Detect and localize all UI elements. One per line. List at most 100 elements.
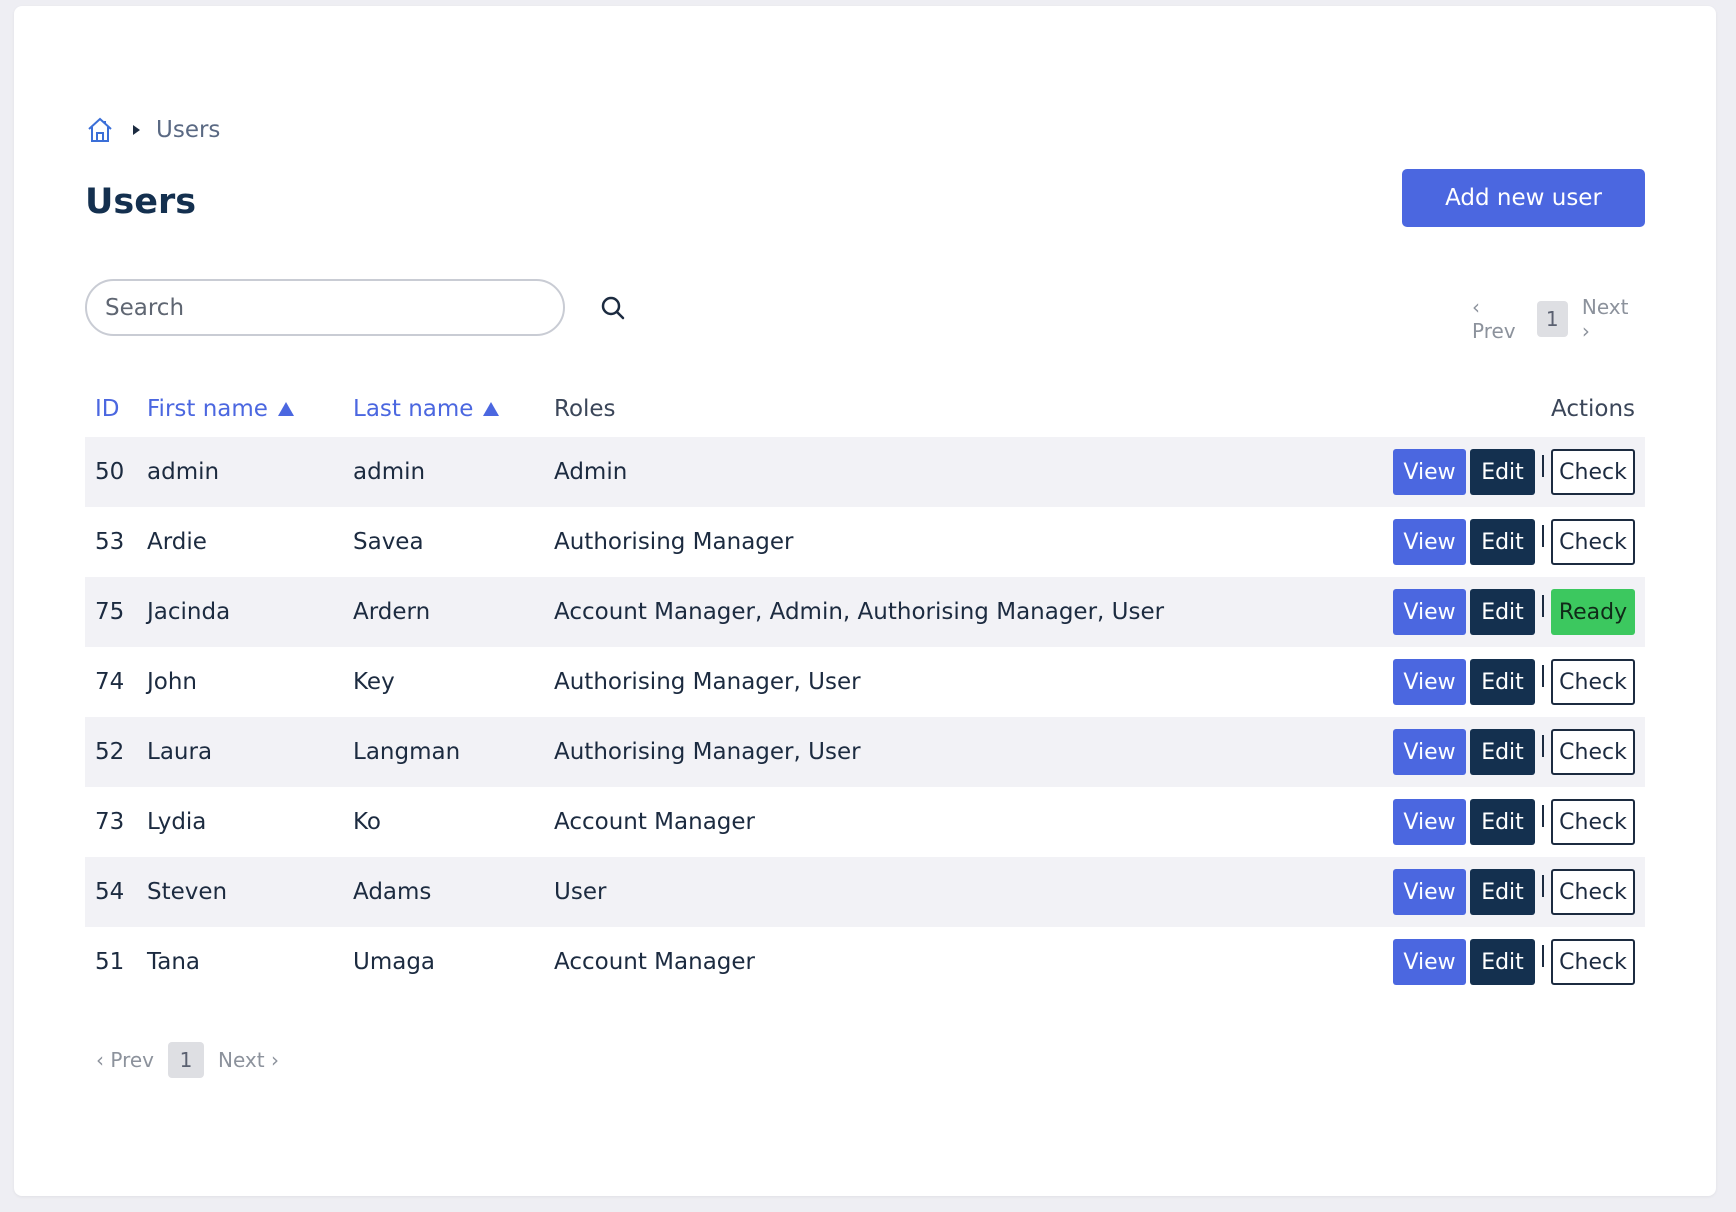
action-divider — [1542, 805, 1544, 827]
check-button[interactable]: Check — [1551, 939, 1635, 985]
table-row: 54 Steven Adams User View Edit Check — [85, 857, 1645, 927]
cell-id: 74 — [95, 669, 125, 695]
edit-button[interactable]: Edit — [1470, 799, 1535, 845]
edit-button[interactable]: Edit — [1470, 519, 1535, 565]
view-button[interactable]: View — [1393, 799, 1466, 845]
cell-roles: Authorising Manager — [554, 529, 794, 555]
cell-roles: Account Manager — [554, 809, 755, 835]
action-divider — [1542, 525, 1544, 547]
column-header-id[interactable]: ID — [85, 396, 147, 422]
cell-first-name: Steven — [147, 879, 228, 905]
edit-button[interactable]: Edit — [1470, 729, 1535, 775]
column-header-label: Actions — [1550, 396, 1635, 422]
cell-roles: Account Manager, Admin, Authorising Mana… — [554, 599, 1165, 625]
view-button[interactable]: View — [1393, 939, 1466, 985]
cell-last-name: Langman — [353, 739, 461, 765]
pagination-top: ‹ Prev 1 Next › — [1462, 295, 1645, 343]
cell-last-name: Adams — [353, 879, 432, 905]
sort-ascending-icon — [483, 402, 500, 416]
action-divider — [1542, 735, 1544, 757]
prev-page-link[interactable]: ‹ Prev — [86, 1048, 164, 1072]
column-header-label: Roles — [554, 396, 616, 422]
check-button[interactable]: Check — [1551, 869, 1635, 915]
action-divider — [1542, 595, 1544, 617]
cell-first-name: Jacinda — [147, 599, 231, 625]
cell-first-name: Laura — [147, 739, 213, 765]
cell-last-name: Ko — [353, 809, 382, 835]
cell-actions: View Edit Check — [1385, 939, 1645, 985]
edit-button[interactable]: Edit — [1470, 939, 1535, 985]
view-button[interactable]: View — [1393, 519, 1466, 565]
pagination-bottom: ‹ Prev 1 Next › — [86, 1042, 289, 1078]
cell-actions: View Edit Check — [1385, 729, 1645, 775]
cell-id: 54 — [95, 879, 125, 905]
action-divider — [1542, 875, 1544, 897]
cell-first-name: Ardie — [147, 529, 207, 555]
check-button[interactable]: Check — [1551, 799, 1635, 845]
check-button[interactable]: Check — [1551, 449, 1635, 495]
table-body: 50 admin admin Admin View Edit Check 53 Ardie Sav… — [85, 437, 1645, 997]
check-button[interactable]: Check — [1551, 729, 1635, 775]
action-divider — [1542, 945, 1544, 967]
table-row: 75 Jacinda Ardern Account Manager, Admin, A… — [85, 577, 1645, 647]
edit-button[interactable]: Edit — [1470, 449, 1535, 495]
search-input[interactable] — [105, 294, 563, 321]
action-divider — [1542, 455, 1544, 477]
table-row: 74 John Key Authorising Manager, User View Ed… — [85, 647, 1645, 717]
cell-id: 75 — [95, 599, 125, 625]
check-button[interactable]: Check — [1551, 519, 1635, 565]
cell-actions: View Edit Check — [1385, 869, 1645, 915]
search-icon[interactable] — [596, 291, 630, 325]
cell-first-name: Lydia — [147, 809, 207, 835]
cell-actions: View Edit Check — [1385, 519, 1645, 565]
column-header-roles: Roles — [554, 396, 1385, 422]
ready-button[interactable]: Ready — [1551, 589, 1635, 635]
search-field — [85, 279, 565, 336]
view-button[interactable]: View — [1393, 449, 1466, 495]
cell-first-name: Tana — [147, 949, 201, 975]
column-header-last-name[interactable]: Last name — [353, 396, 554, 422]
view-button[interactable]: View — [1393, 869, 1466, 915]
main-card: Users Users Add new user ‹ Prev 1 Next ›… — [14, 6, 1716, 1196]
breadcrumb: Users — [85, 110, 220, 150]
cell-id: 52 — [95, 739, 125, 765]
table-row: 73 Lydia Ko Account Manager View Edit Check — [85, 787, 1645, 857]
page-number-button[interactable]: 1 — [1536, 301, 1568, 337]
next-page-link[interactable]: Next › — [208, 1048, 289, 1072]
cell-first-name: John — [147, 669, 198, 695]
column-header-first-name[interactable]: First name — [147, 396, 353, 422]
table-header: ID First name Last name Roles Actions — [85, 381, 1645, 437]
cell-actions: View Edit Check — [1385, 659, 1645, 705]
add-user-button[interactable]: Add new user — [1402, 169, 1645, 227]
table-row: 51 Tana Umaga Account Manager View Edit Check — [85, 927, 1645, 997]
cell-roles: User — [554, 879, 607, 905]
page-number-button[interactable]: 1 — [168, 1042, 204, 1078]
edit-button[interactable]: Edit — [1470, 869, 1535, 915]
cell-roles: Authorising Manager, User — [554, 669, 861, 695]
table-row: 50 admin admin Admin View Edit Check — [85, 437, 1645, 507]
cell-roles: Account Manager — [554, 949, 755, 975]
breadcrumb-current: Users — [156, 117, 221, 143]
next-page-link[interactable]: Next › — [1572, 295, 1645, 343]
edit-button[interactable]: Edit — [1470, 589, 1535, 635]
page-title: Users — [85, 182, 197, 222]
check-button[interactable]: Check — [1551, 659, 1635, 705]
cell-roles: Admin — [554, 459, 628, 485]
edit-button[interactable]: Edit — [1470, 659, 1535, 705]
cell-id: 51 — [95, 949, 125, 975]
view-button[interactable]: View — [1393, 729, 1466, 775]
column-header-label: First name — [147, 396, 268, 422]
column-header-label: Last name — [353, 396, 474, 422]
cell-id: 50 — [95, 459, 125, 485]
view-button[interactable]: View — [1393, 589, 1466, 635]
cell-last-name: Umaga — [353, 949, 436, 975]
breadcrumb-separator-icon — [133, 125, 140, 135]
column-header-label: ID — [95, 396, 120, 422]
cell-last-name: Ardern — [353, 599, 431, 625]
home-icon[interactable] — [85, 115, 115, 145]
cell-id: 73 — [95, 809, 125, 835]
cell-actions: View Edit Ready — [1385, 589, 1645, 635]
view-button[interactable]: View — [1393, 659, 1466, 705]
table-row: 53 Ardie Savea Authorising Manager View Edit C… — [85, 507, 1645, 577]
prev-page-link[interactable]: ‹ Prev — [1462, 295, 1533, 343]
